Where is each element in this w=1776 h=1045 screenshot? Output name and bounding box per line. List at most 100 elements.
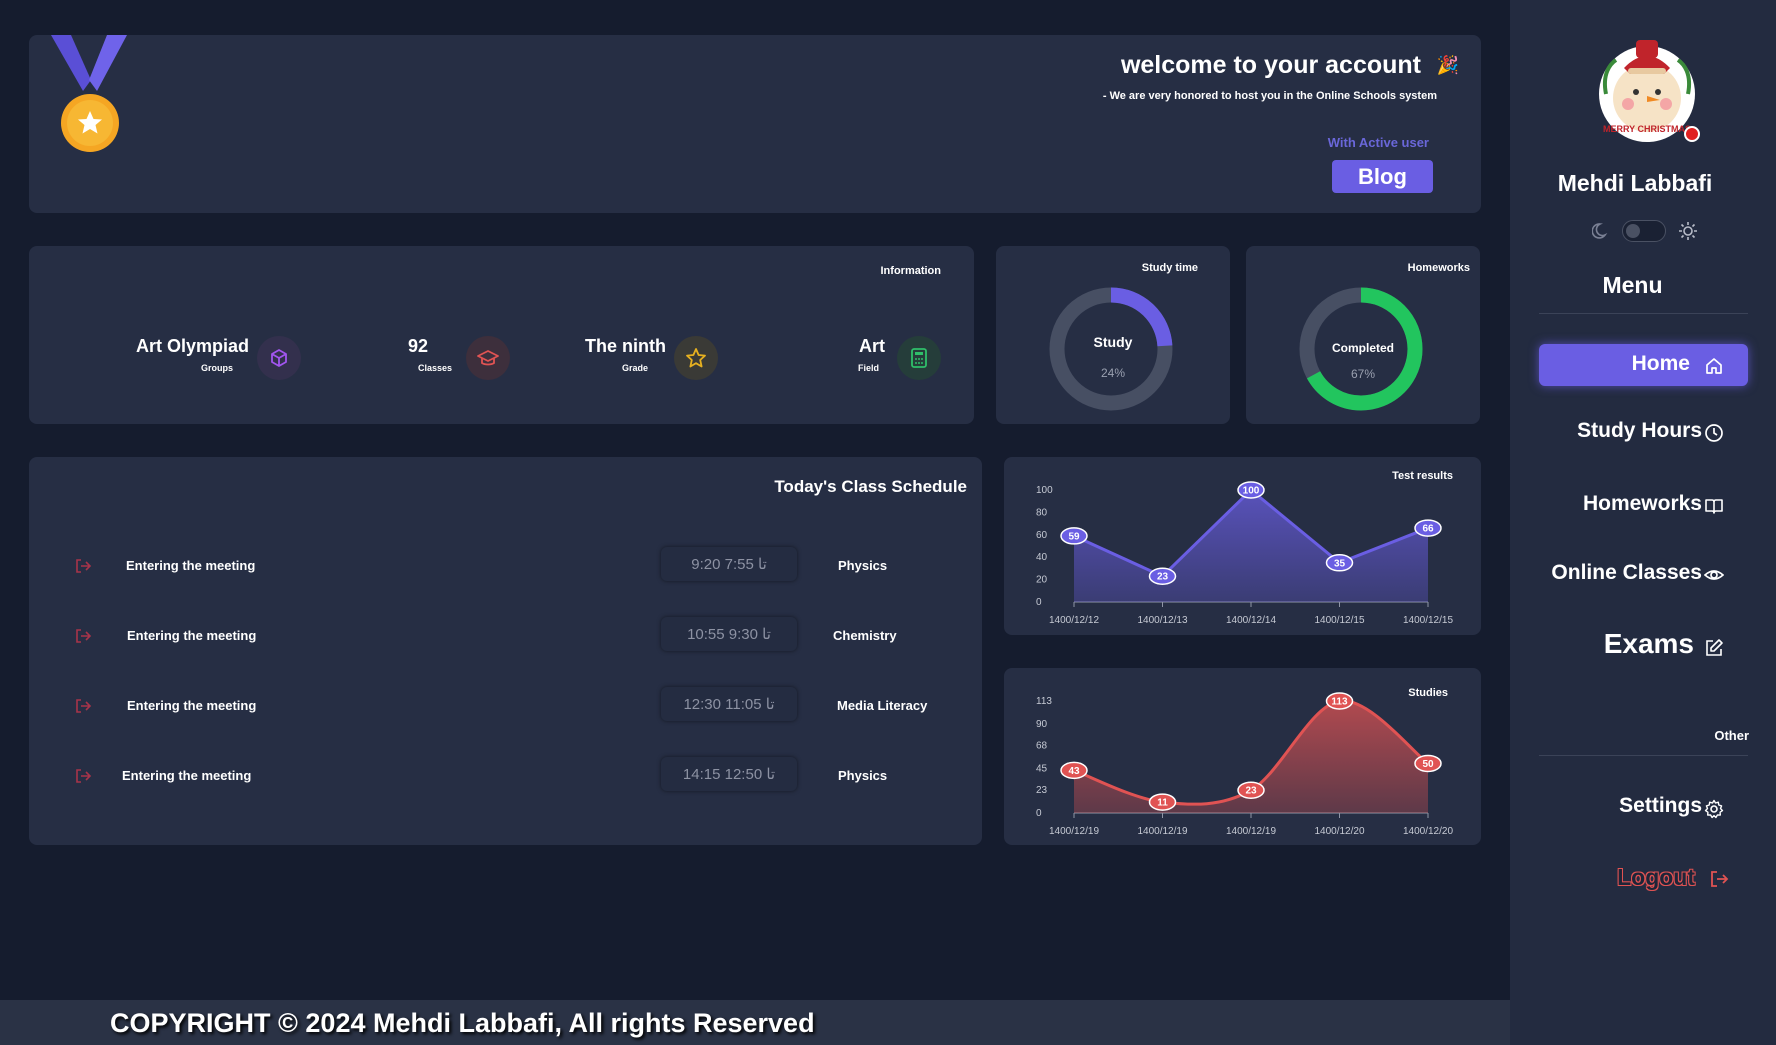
study-time-title: Study time: [1141, 262, 1198, 274]
nav-item-exams[interactable]: Exams: [1539, 620, 1748, 672]
data-label: 66: [1422, 524, 1434, 535]
class-time: 9:20 تا 7:55: [661, 547, 797, 581]
x-tick-label: 1400/12/14: [1226, 615, 1276, 626]
class-time: 10:55 تا 9:30: [661, 617, 797, 651]
schedule-row: Entering the meeting 9:20 تا 7:55 Physic…: [29, 546, 982, 586]
studies-chart: 0 23 45 68 90 113 43 1400/12/19 11 1400/12/19 23 14…: [1036, 692, 1453, 837]
nav-label: Homeworks: [1582, 492, 1702, 515]
nav-label: Home: [1631, 352, 1690, 375]
homeworks-card: Homeworks Completed 67%: [1246, 246, 1480, 424]
data-label: 11: [1157, 798, 1168, 809]
profile-name: Mehdi Labbafi: [1557, 170, 1713, 196]
sidebar: MERRY CHRISTMAS Mehdi Labbafi Menu Home …: [1510, 0, 1776, 1045]
active-user-label: With Active user: [1327, 135, 1429, 150]
enter-meeting-icon[interactable]: [73, 626, 93, 646]
theme-toggle[interactable]: [1622, 220, 1666, 242]
x-tick-label: 1400/12/19: [1226, 826, 1276, 837]
eye-icon: [1704, 570, 1724, 580]
copyright-text: COPYRIGHT © 2024 Mehdi Labbafi, All righ…: [110, 1008, 815, 1038]
data-label: 59: [1068, 531, 1080, 542]
footer: COPYRIGHT © 2024 Mehdi Labbafi, All righ…: [0, 1000, 1510, 1045]
enter-meeting-icon[interactable]: [73, 766, 93, 786]
info-label: Field: [857, 363, 879, 373]
class-time: 12:30 تا 11:05: [661, 687, 797, 721]
clock-icon: [1705, 424, 1723, 442]
x-tick-label: 1400/12/12: [1049, 615, 1099, 626]
nav-item-homeworks[interactable]: Homeworks: [1539, 484, 1748, 526]
data-label: 23: [1245, 786, 1257, 797]
cube-icon: [257, 336, 301, 380]
enter-meeting-link[interactable]: Entering the meeting: [127, 698, 256, 713]
avatar[interactable]: MERRY CHRISTMAS: [1584, 34, 1710, 146]
y-tick-label: 100: [1036, 485, 1053, 496]
avatar-text: MERRY CHRISTMAS: [1603, 124, 1691, 134]
x-tick-label: 1400/12/19: [1049, 826, 1099, 837]
enter-meeting-icon[interactable]: [73, 556, 93, 576]
nav-item-logout[interactable]: Logout: [1539, 856, 1748, 898]
x-tick-label: 1400/12/13: [1137, 615, 1187, 626]
info-item-field: Art Field: [819, 336, 941, 382]
test-results-card: Test results 0 20 40 60 80 100 59 1400/12/12 23 1…: [1004, 457, 1481, 635]
study-percent: 24%: [1100, 366, 1126, 380]
study-label: Study: [1093, 334, 1133, 350]
medal-icon: [51, 35, 127, 152]
enter-meeting-link[interactable]: Entering the meeting: [122, 768, 251, 783]
schedule-row: Entering the meeting 14:15 تا 12:50 Phys…: [29, 756, 982, 796]
class-schedule-card: Today's Class Schedule Entering the meet…: [29, 457, 982, 845]
y-tick-label: 113: [1036, 696, 1052, 707]
nav-label: Exams: [1603, 628, 1694, 659]
schedule-title: Today's Class Schedule: [774, 477, 967, 496]
moon-icon: [1592, 223, 1608, 239]
calculator-icon: [897, 336, 941, 380]
class-time: 14:15 تا 12:50: [661, 757, 797, 791]
schedule-row: Entering the meeting 10:55 تا 9:30 Chemi…: [29, 616, 982, 656]
y-tick-label: 20: [1036, 575, 1048, 586]
star-icon: [674, 336, 718, 380]
sun-icon: [1679, 222, 1697, 240]
enter-meeting-icon[interactable]: [73, 696, 93, 716]
enter-meeting-link[interactable]: Entering the meeting: [127, 628, 256, 643]
class-subject: Physics: [838, 768, 888, 783]
class-subject: Chemistry: [833, 628, 897, 643]
welcome-card: welcome to your account 🎉 - We are very …: [29, 35, 1481, 213]
logout-icon: [1711, 871, 1729, 887]
info-label: Grade: [621, 363, 648, 373]
nav-label: Logout: [1617, 864, 1695, 890]
nav-item-study-hours[interactable]: Study Hours: [1539, 411, 1748, 453]
x-tick-label: 1400/12/15: [1403, 615, 1453, 626]
other-section-label: Other: [1714, 728, 1749, 743]
x-tick-label: 1400/12/20: [1314, 826, 1364, 837]
home-icon: [1706, 358, 1722, 374]
nav-item-home[interactable]: Home: [1539, 344, 1748, 386]
data-label: 113: [1331, 697, 1348, 708]
data-label: 43: [1068, 766, 1080, 777]
nav-label: Study Hours: [1577, 419, 1702, 442]
y-tick-label: 0: [1036, 808, 1042, 819]
info-value: The ninth: [585, 336, 666, 356]
status-dot: [1684, 126, 1700, 142]
main-area: welcome to your account 🎉 - We are very …: [0, 0, 1510, 1000]
x-tick-label: 1400/12/15: [1314, 615, 1364, 626]
other-divider: [1539, 755, 1748, 756]
welcome-title: welcome to your account: [1120, 51, 1421, 79]
nav-item-online-classes[interactable]: Online Classes: [1539, 553, 1748, 595]
homeworks-percent: 67%: [1350, 367, 1376, 381]
party-popper-icon: 🎉: [1436, 55, 1459, 75]
nav-item-settings[interactable]: Settings: [1539, 786, 1748, 828]
y-tick-label: 23: [1036, 785, 1048, 796]
homeworks-title: Homeworks: [1407, 262, 1470, 274]
y-tick-label: 80: [1036, 507, 1048, 518]
data-label: 50: [1422, 759, 1434, 770]
edit-icon: [1706, 639, 1723, 656]
schedule-row: Entering the meeting 12:30 تا 11:05 Medi…: [29, 686, 982, 726]
info-item-grade: The ninth Grade: [544, 336, 718, 382]
data-label: 23: [1157, 572, 1169, 583]
menu-title: Menu: [1602, 272, 1663, 298]
nav-label: Settings: [1619, 794, 1702, 817]
blog-button[interactable]: Blog: [1332, 160, 1433, 193]
info-value: 92: [407, 336, 428, 356]
menu-divider: [1539, 313, 1748, 314]
homeworks-label: Completed: [1331, 341, 1394, 355]
series-area: [1074, 490, 1428, 602]
enter-meeting-link[interactable]: Entering the meeting: [126, 558, 255, 573]
